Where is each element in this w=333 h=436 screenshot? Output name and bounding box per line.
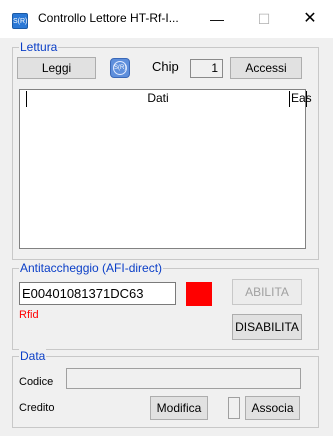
reader-logo-icon: S(R): [110, 58, 130, 78]
tag-list[interactable]: Dati Eas: [19, 89, 312, 249]
code-label: Codice: [19, 376, 54, 388]
edit-button[interactable]: Modifica: [150, 396, 208, 420]
column-header-eas[interactable]: Eas: [291, 90, 312, 107]
tag-type-label: Rfid: [19, 309, 39, 321]
tag-id-field[interactable]: E00401081371DC63: [19, 282, 176, 305]
access-button[interactable]: Accessi: [230, 57, 302, 79]
read-button[interactable]: Leggi: [17, 57, 96, 79]
associate-button[interactable]: Associa: [245, 396, 300, 420]
disable-button[interactable]: DISABILITA: [232, 314, 302, 340]
antitaccheggio-legend: Antitaccheggio (AFI-direct): [19, 261, 164, 275]
enable-button: ABILITA: [232, 279, 302, 305]
chip-label: Chip: [152, 59, 179, 74]
close-button[interactable]: ✕: [287, 0, 333, 38]
minimize-button[interactable]: —: [194, 0, 240, 38]
column-header-dati[interactable]: Dati: [27, 90, 289, 107]
window-title: Controllo Lettore HT-Rf-I...: [38, 11, 179, 25]
code-field: [66, 368, 301, 389]
alarm-status-indicator: [186, 282, 212, 306]
credit-field: [228, 397, 240, 419]
reader-logo-label: S(R): [113, 61, 127, 75]
chip-count-field: 1: [190, 59, 223, 78]
title-bar: S(R) Controllo Lettore HT-Rf-I... — ☐ ✕: [0, 0, 333, 38]
app-icon: S(R): [12, 13, 28, 29]
lettura-legend: Lettura: [19, 40, 59, 54]
data-legend: Data: [19, 349, 47, 363]
credit-label: Credito: [19, 402, 55, 414]
maximize-button: ☐: [257, 11, 271, 27]
